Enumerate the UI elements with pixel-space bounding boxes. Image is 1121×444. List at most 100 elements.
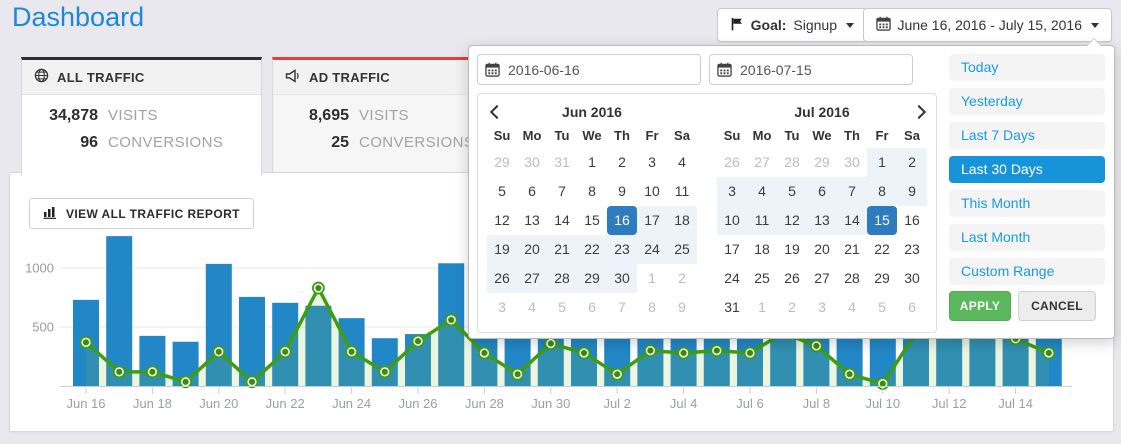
calendar-day[interactable]: 30 xyxy=(837,148,867,177)
calendar-day[interactable]: 10 xyxy=(717,206,747,235)
calendar-day[interactable]: 11 xyxy=(747,206,777,235)
calendar-day[interactable]: 6 xyxy=(577,293,607,322)
calendar-day[interactable]: 3 xyxy=(487,293,517,322)
calendar-day[interactable]: 22 xyxy=(867,235,897,264)
calendar-day[interactable]: 15 xyxy=(867,206,897,235)
calendar-day[interactable]: 20 xyxy=(517,235,547,264)
calendar-day[interactable]: 2 xyxy=(667,264,697,293)
calendar-day[interactable]: 20 xyxy=(807,235,837,264)
calendar-day[interactable]: 18 xyxy=(667,206,697,235)
preset-today[interactable]: Today xyxy=(949,54,1105,81)
calendar-day[interactable]: 24 xyxy=(637,235,667,264)
calendar-day[interactable]: 30 xyxy=(517,148,547,177)
calendar-day[interactable]: 19 xyxy=(777,235,807,264)
calendar-day[interactable]: 6 xyxy=(517,177,547,206)
calendar-day[interactable]: 26 xyxy=(717,148,747,177)
preset-custom-range[interactable]: Custom Range xyxy=(949,258,1105,285)
calendar-day[interactable]: 1 xyxy=(577,148,607,177)
calendar-day[interactable]: 5 xyxy=(867,293,897,322)
calendar-day[interactable]: 7 xyxy=(607,293,637,322)
calendar-day[interactable]: 4 xyxy=(517,293,547,322)
preset-last-month[interactable]: Last Month xyxy=(949,224,1105,251)
calendar-day[interactable]: 9 xyxy=(897,177,927,206)
preset-yesterday[interactable]: Yesterday xyxy=(949,88,1105,115)
calendar-day[interactable]: 6 xyxy=(897,293,927,322)
calendar-day[interactable]: 29 xyxy=(867,264,897,293)
calendar-day[interactable]: 18 xyxy=(747,235,777,264)
date-range-button[interactable]: June 16, 2016 - July 15, 2016 xyxy=(863,8,1112,42)
calendar-day[interactable]: 13 xyxy=(807,206,837,235)
calendar-day[interactable]: 22 xyxy=(577,235,607,264)
calendar-day[interactable]: 31 xyxy=(717,293,747,322)
calendar-day[interactable]: 10 xyxy=(637,177,667,206)
calendar-day[interactable]: 27 xyxy=(517,264,547,293)
calendar-day[interactable]: 14 xyxy=(547,206,577,235)
cancel-button[interactable]: CANCEL xyxy=(1018,291,1096,321)
calendar-day[interactable]: 29 xyxy=(487,148,517,177)
calendar-day[interactable]: 30 xyxy=(607,264,637,293)
calendar-day[interactable]: 1 xyxy=(747,293,777,322)
calendar-day[interactable]: 1 xyxy=(637,264,667,293)
calendar-day[interactable]: 4 xyxy=(837,293,867,322)
calendar-day[interactable]: 27 xyxy=(747,148,777,177)
preset-last-30-days[interactable]: Last 30 Days xyxy=(949,156,1105,183)
all-traffic-card[interactable]: ALL TRAFFIC 34,878VISITS 96CONVERSIONS xyxy=(21,57,262,176)
calendar-day[interactable]: 27 xyxy=(807,264,837,293)
start-date-input[interactable] xyxy=(477,54,701,85)
calendar-day[interactable]: 3 xyxy=(717,177,747,206)
calendar-day[interactable]: 14 xyxy=(837,206,867,235)
calendar-day[interactable]: 23 xyxy=(607,235,637,264)
calendar-day[interactable]: 5 xyxy=(487,177,517,206)
calendar-day[interactable]: 3 xyxy=(807,293,837,322)
calendar-day[interactable]: 7 xyxy=(547,177,577,206)
calendar-day[interactable]: 4 xyxy=(747,177,777,206)
calendar-day[interactable]: 17 xyxy=(637,206,667,235)
calendar-day[interactable]: 19 xyxy=(487,235,517,264)
end-date-input[interactable] xyxy=(709,54,913,85)
calendar-day[interactable]: 5 xyxy=(547,293,577,322)
calendar-day[interactable]: 2 xyxy=(607,148,637,177)
calendar-day[interactable]: 2 xyxy=(777,293,807,322)
calendar-day[interactable]: 26 xyxy=(487,264,517,293)
calendar-day[interactable]: 29 xyxy=(577,264,607,293)
calendar-day[interactable]: 23 xyxy=(897,235,927,264)
calendar-day[interactable]: 1 xyxy=(867,148,897,177)
calendar-day[interactable]: 28 xyxy=(837,264,867,293)
calendar-day[interactable]: 3 xyxy=(637,148,667,177)
view-all-traffic-report-button[interactable]: VIEW ALL TRAFFIC REPORT xyxy=(29,198,254,229)
calendar-day[interactable]: 9 xyxy=(667,293,697,322)
calendar-day[interactable]: 28 xyxy=(547,264,577,293)
preset-last-7-days[interactable]: Last 7 Days xyxy=(949,122,1105,149)
calendar-day[interactable]: 12 xyxy=(487,206,517,235)
calendar-day[interactable]: 11 xyxy=(667,177,697,206)
calendar-day[interactable]: 13 xyxy=(517,206,547,235)
calendar-day[interactable]: 7 xyxy=(837,177,867,206)
calendar-day[interactable]: 2 xyxy=(897,148,927,177)
calendar-day[interactable]: 28 xyxy=(777,148,807,177)
calendar-day[interactable]: 8 xyxy=(867,177,897,206)
calendar-day[interactable]: 29 xyxy=(807,148,837,177)
calendar-day[interactable]: 21 xyxy=(547,235,577,264)
calendar-day[interactable]: 26 xyxy=(777,264,807,293)
calendar-day[interactable]: 4 xyxy=(667,148,697,177)
calendar-day[interactable]: 25 xyxy=(747,264,777,293)
calendar-day[interactable]: 12 xyxy=(777,206,807,235)
calendar-day[interactable]: 16 xyxy=(607,206,637,235)
calendar-day[interactable]: 24 xyxy=(717,264,747,293)
apply-button[interactable]: APPLY xyxy=(949,291,1011,321)
calendar-day[interactable]: 21 xyxy=(837,235,867,264)
goal-dropdown-button[interactable]: Goal: Signup xyxy=(717,8,867,42)
calendar-day[interactable]: 8 xyxy=(637,293,667,322)
calendar-day[interactable]: 5 xyxy=(777,177,807,206)
calendar-day[interactable]: 6 xyxy=(807,177,837,206)
calendar-day[interactable]: 17 xyxy=(717,235,747,264)
calendar-day[interactable]: 25 xyxy=(667,235,697,264)
calendar-day[interactable]: 15 xyxy=(577,206,607,235)
calendar-day[interactable]: 30 xyxy=(897,264,927,293)
page-title: Dashboard xyxy=(12,2,144,33)
calendar-day[interactable]: 8 xyxy=(577,177,607,206)
calendar-day[interactable]: 16 xyxy=(897,206,927,235)
preset-this-month[interactable]: This Month xyxy=(949,190,1105,217)
calendar-day[interactable]: 31 xyxy=(547,148,577,177)
calendar-day[interactable]: 9 xyxy=(607,177,637,206)
